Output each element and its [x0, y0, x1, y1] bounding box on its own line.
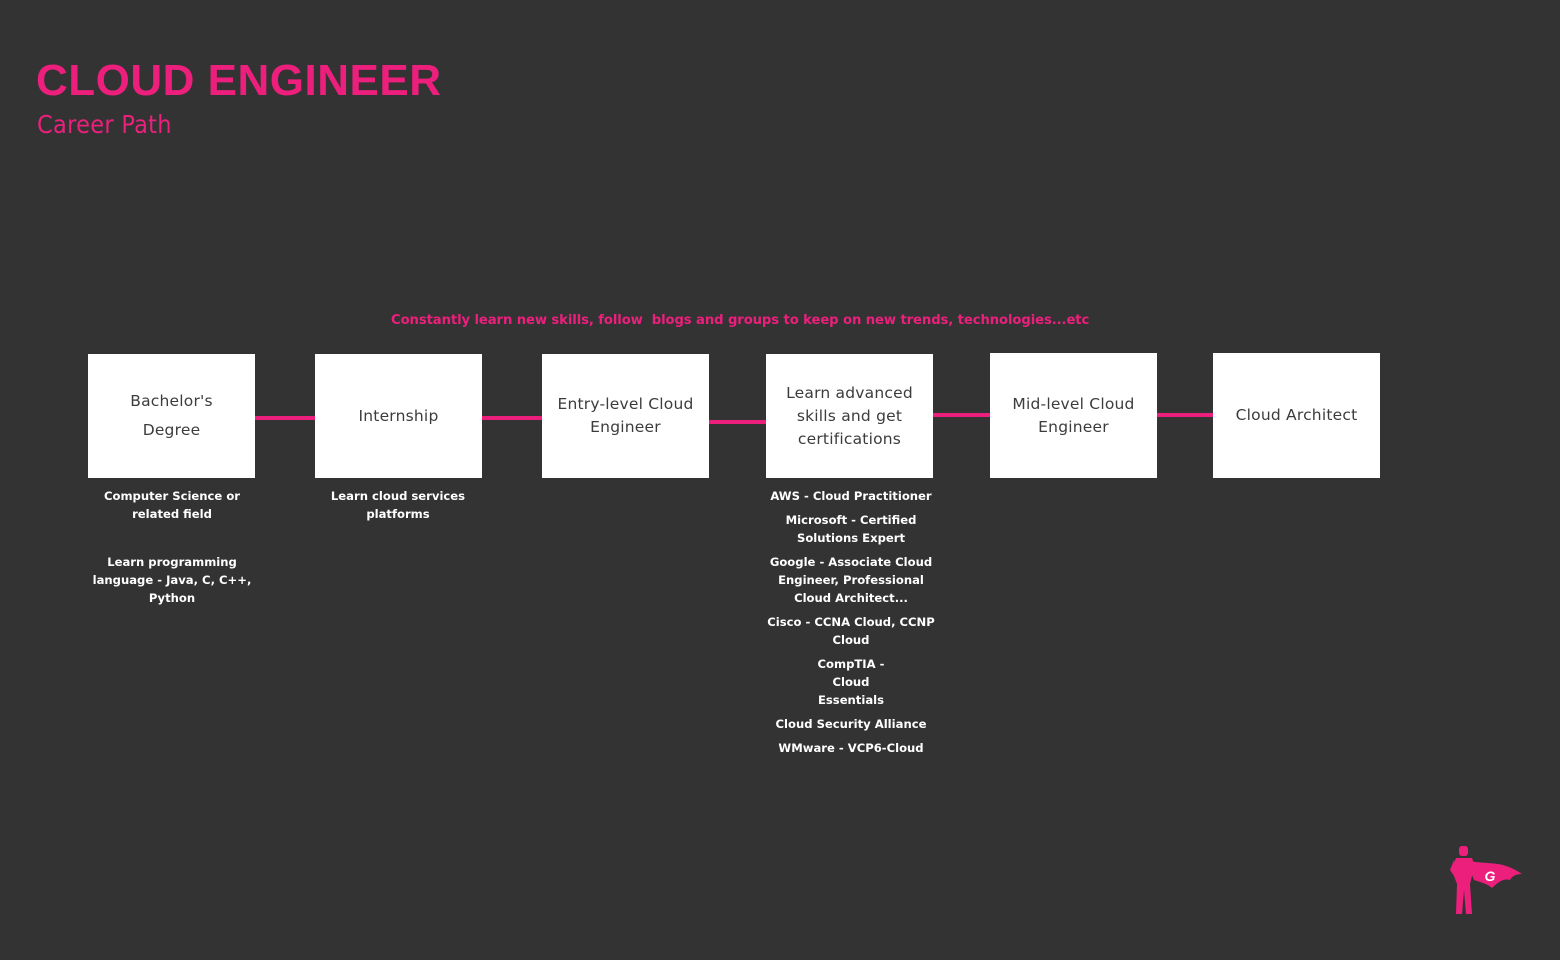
step-internship: Internship: [315, 354, 482, 478]
step-label: Internship: [358, 406, 439, 425]
page-subtitle: Career Path: [37, 110, 172, 139]
note-item: Learn programming language - Java, C, C+…: [92, 555, 252, 605]
step-mid-level-cloud-engineer: Mid-level Cloud Engineer: [990, 353, 1157, 478]
note-item: Microsoft - Certified Solutions Expert: [785, 513, 917, 545]
step-entry-level-cloud-engineer: Entry-level Cloud Engineer: [542, 354, 709, 478]
note-item: Cloud Security Alliance: [775, 717, 927, 731]
connector-4-5: [933, 413, 990, 417]
step-label: Cloud Architect: [1235, 406, 1358, 424]
step-label: Mid-level Cloud Engineer: [1012, 394, 1135, 436]
step-cloud-architect: Cloud Architect: [1213, 353, 1380, 478]
step-advanced-skills-certifications: Learn advanced skills and get certificat…: [766, 354, 933, 478]
note-item: Google - Associate Cloud Engineer, Profe…: [769, 555, 933, 605]
step-label: Entry-level Cloud Engineer: [557, 395, 694, 436]
continuous-learning-banner: Constantly learn new skills, follow blog…: [391, 313, 1090, 328]
step-label: Bachelor's Degree: [130, 392, 213, 439]
step-label: Learn advanced skills and get certificat…: [786, 383, 913, 448]
notes-certifications: AWS - Cloud Practitioner Microsoft - Cer…: [761, 487, 941, 763]
logo-letter: G: [1485, 868, 1496, 884]
note-item: CompTIA - Cloud Essentials: [817, 657, 885, 707]
note-item: Computer Science or related field: [103, 489, 241, 521]
step-bachelors-degree: Bachelor's Degree: [88, 354, 255, 478]
superhero-logo-icon: G: [1450, 844, 1524, 916]
notes-internship: Learn cloud services platforms: [308, 487, 488, 529]
notes-bachelors-degree: Computer Science or related field Learn …: [82, 487, 262, 613]
page-title: CLOUD ENGINEER: [36, 56, 442, 105]
note-item: Learn cloud services platforms: [330, 489, 466, 521]
note-item: WMware - VCP6-Cloud: [778, 741, 924, 755]
connector-5-6: [1157, 413, 1213, 417]
note-item: Cisco - CCNA Cloud, CCNP Cloud: [767, 615, 935, 647]
note-item: AWS - Cloud Practitioner: [770, 489, 932, 503]
connector-3-4: [709, 420, 766, 424]
connector-1-2: [255, 416, 315, 420]
connector-2-3: [482, 416, 542, 420]
